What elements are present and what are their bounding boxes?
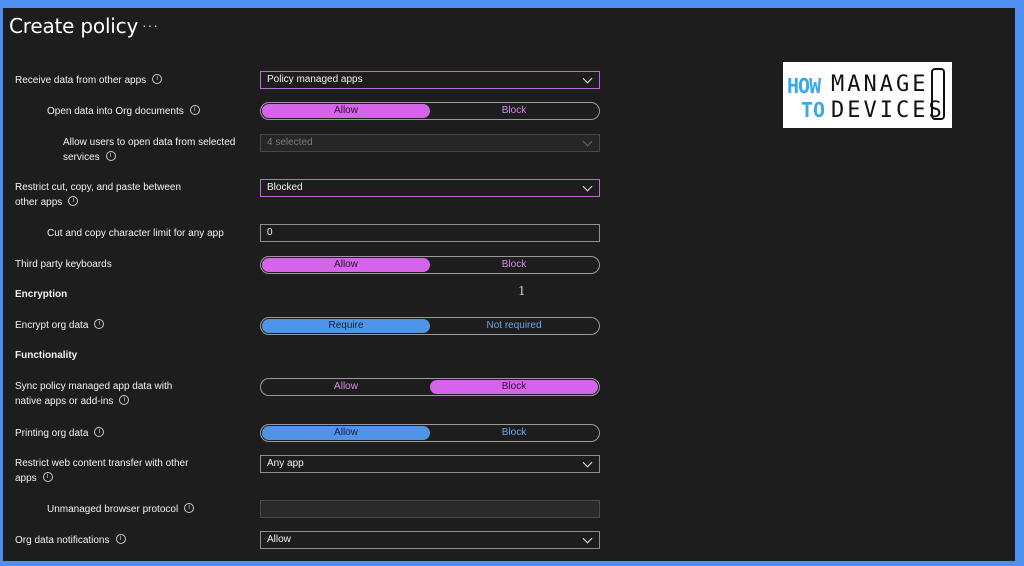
chevron-down-icon [582,457,593,468]
open-data-label: Open data into Org documents i [47,104,200,119]
sync-label-line1: Sync policy managed app data with [15,381,173,392]
receive-data-value: Policy managed apps [267,74,363,85]
info-icon[interactable]: i [105,151,116,162]
open-data-label-text: Open data into Org documents [47,106,184,117]
sync-allow-option[interactable]: Allow [262,380,430,394]
info-icon[interactable]: i [152,74,163,85]
printing-label: Printing org data i [15,426,105,441]
more-options-button[interactable]: ··· [142,17,159,33]
functionality-heading: Functionality [15,350,78,361]
allow-services-value: 4 selected [267,137,313,148]
logo-how-text: HOW [787,74,821,98]
unmanaged-browser-label-text: Unmanaged browser protocol [47,504,179,515]
web-transfer-dropdown[interactable]: Any app [260,455,600,473]
unmanaged-browser-label: Unmanaged browser protocol i [47,502,195,517]
third-party-keyboards-label: Third party keyboards [15,259,112,270]
open-data-allow-option[interactable]: Allow [262,104,430,118]
receive-data-label: Receive data from other apps i [15,73,163,88]
logo-devices-text: DEVICES [831,98,945,123]
printing-label-text: Printing org data [15,428,89,439]
phone-icon [931,68,945,120]
restrict-ccp-label-line2: other apps [15,197,63,208]
chevron-down-icon [582,181,593,192]
allow-services-label-line2: services [63,152,100,163]
third-party-block-option[interactable]: Block [430,258,598,272]
printing-toggle: Allow Block [260,424,600,442]
restrict-ccp-label-line1: Restrict cut, copy, and paste between [15,182,182,193]
unmanaged-browser-input[interactable] [260,500,600,518]
chevron-down-icon [582,136,593,147]
restrict-ccp-dropdown[interactable]: Blocked [260,179,600,197]
encrypt-not-required-option[interactable]: Not required [430,319,598,333]
logo-manage-text: MANAGE [831,72,929,97]
web-transfer-value: Any app [267,458,304,469]
restrict-ccp-label: Restrict cut, copy, and paste between ot… [15,180,181,210]
info-icon[interactable]: i [119,395,130,406]
encrypt-org-data-toggle: Require Not required [260,317,600,335]
third-party-allow-option[interactable]: Allow [262,258,430,272]
stray-text: 1 [518,284,526,298]
sync-label: Sync policy managed app data with native… [15,379,172,409]
restrict-ccp-value: Blocked [267,182,303,193]
chevron-down-icon [582,533,593,544]
org-data-notifications-dropdown[interactable]: Allow [260,531,600,549]
allow-services-label-line1: Allow users to open data from selected [63,137,236,148]
howtomanagedevices-logo: HOW TO MANAGE DEVICES [783,62,952,128]
sync-label-line2: native apps or add-ins [15,396,114,407]
logo-to-text: TO [801,98,826,122]
web-transfer-label-line2: apps [15,473,37,484]
org-data-notifications-value: Allow [267,534,291,545]
org-data-notifications-label-text: Org data notifications [15,535,110,546]
info-icon[interactable]: i [189,105,200,116]
info-icon[interactable]: i [42,472,53,483]
create-policy-panel: Create policy ··· Receive data from othe… [3,8,1015,561]
chevron-down-icon [582,73,593,84]
page-title: Create policy [9,14,139,38]
receive-data-dropdown[interactable]: Policy managed apps [260,71,600,89]
char-limit-label: Cut and copy character limit for any app [47,228,224,239]
printing-block-option[interactable]: Block [430,426,598,440]
open-data-toggle: Allow Block [260,102,600,120]
encrypt-org-data-label-text: Encrypt org data [15,320,89,331]
printing-allow-option[interactable]: Allow [262,426,430,440]
web-transfer-label: Restrict web content transfer with other… [15,456,188,486]
char-limit-input[interactable]: 0 [260,224,600,242]
third-party-keyboards-toggle: Allow Block [260,256,600,274]
allow-services-label: Allow users to open data from selected s… [63,135,235,165]
info-icon[interactable]: i [115,534,126,545]
web-transfer-label-line1: Restrict web content transfer with other [15,458,189,469]
receive-data-label-text: Receive data from other apps [15,75,147,86]
encrypt-org-data-label: Encrypt org data i [15,318,105,333]
info-icon[interactable]: i [68,196,79,207]
info-icon[interactable]: i [94,427,105,438]
open-data-block-option[interactable]: Block [430,104,598,118]
org-data-notifications-label: Org data notifications i [15,533,126,548]
allow-services-dropdown[interactable]: 4 selected [260,134,600,152]
encryption-heading: Encryption [15,289,68,300]
info-icon[interactable]: i [184,503,195,514]
sync-block-option[interactable]: Block [430,380,598,394]
encrypt-require-option[interactable]: Require [262,319,430,333]
info-icon[interactable]: i [94,319,105,330]
sync-toggle: Allow Block [260,378,600,396]
